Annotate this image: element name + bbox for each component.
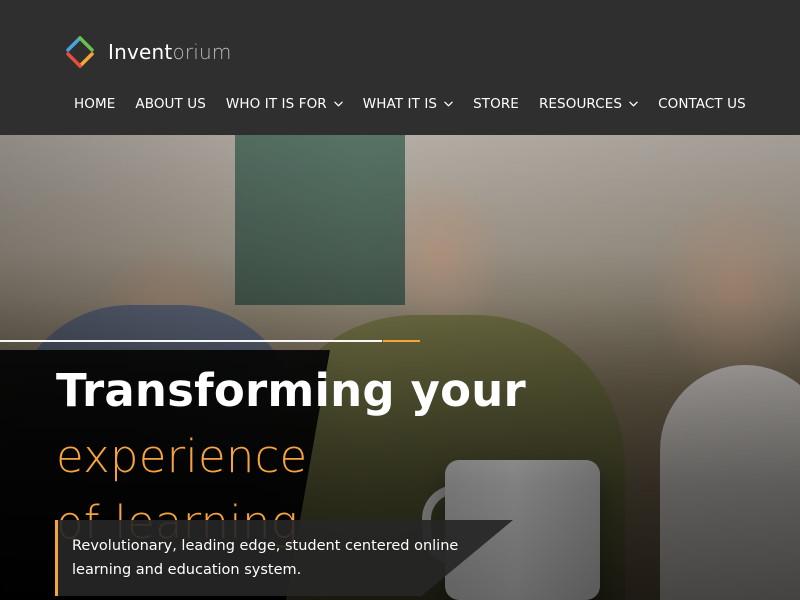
nav-item-label: ABOUT US	[135, 96, 206, 112]
hero-section: Transforming your experience of learning…	[0, 135, 800, 600]
nav-item-about-us[interactable]: ABOUT US	[135, 96, 206, 112]
nav-item-label: WHO IT IS FOR	[225, 96, 327, 112]
brand-wordmark-part2: orium	[172, 40, 232, 64]
nav-item-label: RESOURCES	[538, 96, 623, 112]
hero-tagline-line-2: learning and education system.	[72, 562, 302, 578]
nav-item-label: HOME	[74, 96, 116, 112]
chevron-down-icon	[334, 101, 343, 107]
hero-headline-white: Transforming your	[56, 364, 526, 417]
brand-logo[interactable]: Inventorium	[62, 34, 232, 70]
main-nav: HOME ABOUT US WHO IT IS FOR WHAT IT IS S…	[74, 94, 746, 114]
chevron-down-icon	[629, 101, 638, 107]
nav-item-label: STORE	[473, 96, 519, 112]
page: Inventorium HOME ABOUT US WHO IT IS FOR …	[0, 0, 800, 600]
chevron-down-icon	[444, 101, 453, 107]
nav-item-what-it-is[interactable]: WHAT IT IS	[363, 96, 453, 112]
nav-item-label: WHAT IT IS	[362, 96, 438, 112]
nav-item-contact-us[interactable]: CONTACT US	[658, 96, 746, 112]
nav-item-who-it-is-for[interactable]: WHO IT IS FOR	[226, 96, 343, 112]
nav-item-label: CONTACT US	[658, 96, 746, 112]
nav-item-resources[interactable]: RESOURCES	[539, 96, 638, 112]
hero-headline-accent-1: experience	[56, 430, 308, 483]
hero-divider-white	[0, 340, 382, 342]
nav-item-home[interactable]: HOME	[74, 96, 115, 112]
site-header: Inventorium HOME ABOUT US WHO IT IS FOR …	[0, 0, 800, 135]
brand-wordmark-part1: Invent	[108, 40, 173, 64]
hero-tagline-line-1: Revolutionary, leading edge, student cen…	[72, 538, 459, 554]
hero-divider-accent	[383, 340, 420, 342]
inventorium-logo-icon	[66, 36, 94, 68]
nav-item-store[interactable]: STORE	[473, 96, 519, 112]
brand-wordmark: Inventorium	[108, 42, 232, 62]
